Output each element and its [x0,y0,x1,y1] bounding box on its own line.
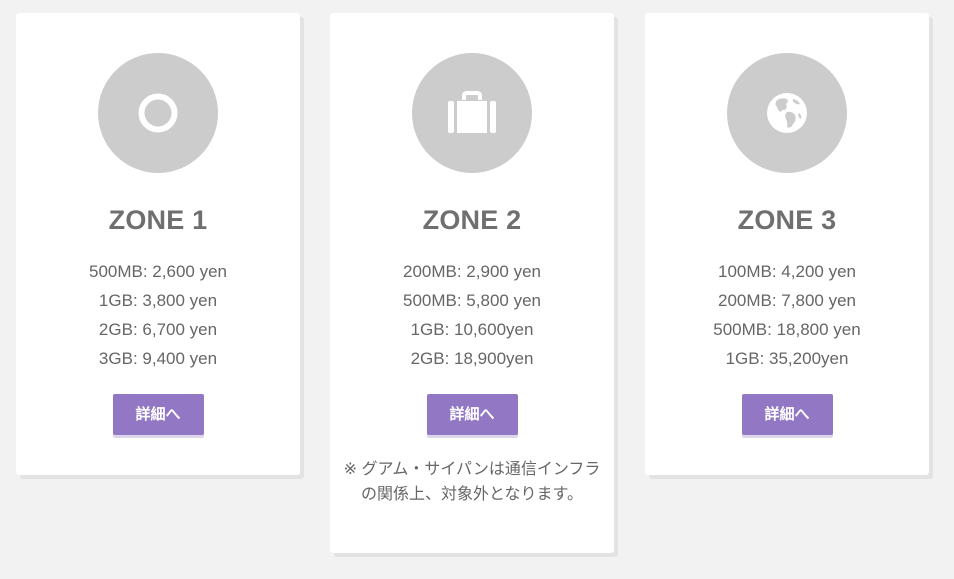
zone-card-3: ZONE 3 100MB: 4,200 yen 200MB: 7,800 yen… [645,13,929,475]
price-item: 3GB: 9,400 yen [98,349,218,368]
price-item: 2GB: 6,700 yen [98,320,218,339]
price-list: 200MB: 2,900 yen 500MB: 5,800 yen 1GB: 1… [330,257,614,373]
price-item: 200MB: 7,800 yen [718,291,856,310]
zone-card-1: ZONE 1 500MB: 2,600 yen 1GB: 3,800 yen 2… [16,13,300,475]
zone-card-2: ZONE 2 200MB: 2,900 yen 500MB: 5,800 yen… [330,13,614,553]
zone-title: ZONE 2 [422,205,522,235]
price-item: 1GB: 10,600yen [410,320,534,339]
zone-2-icon-circle [412,53,532,173]
price-item: 2GB: 18,900yen [410,349,534,368]
suitcase-icon [448,91,496,133]
globe-icon [767,93,807,133]
price-list: 100MB: 4,200 yen 200MB: 7,800 yen 500MB:… [645,257,929,373]
zone-2-note: ※ グアム・サイパンは通信インフラの関係上、対象外となります。 [343,461,601,503]
price-item: 1GB: 35,200yen [725,349,849,368]
price-item: 500MB: 5,800 yen [403,291,541,310]
zone-3-details-button[interactable]: 詳細へ [741,394,833,435]
price-item: 1GB: 3,800 yen [98,291,218,310]
price-item: 500MB: 18,800 yen [713,320,861,339]
price-item: 100MB: 4,200 yen [718,262,856,281]
zone-title: ZONE 3 [737,205,837,235]
zone-cards-container: ZONE 1 500MB: 2,600 yen 1GB: 3,800 yen 2… [0,0,954,579]
price-item: 200MB: 2,900 yen [403,262,541,281]
zone-1-details-button[interactable]: 詳細へ [112,394,204,435]
circle-icon [138,93,178,133]
price-list: 500MB: 2,600 yen 1GB: 3,800 yen 2GB: 6,7… [16,257,300,373]
zone-3-icon-circle [727,53,847,173]
zone-2-details-button[interactable]: 詳細へ [426,394,518,435]
price-item: 500MB: 2,600 yen [89,262,227,281]
zone-1-icon-circle [98,53,218,173]
zone-title: ZONE 1 [108,205,208,235]
